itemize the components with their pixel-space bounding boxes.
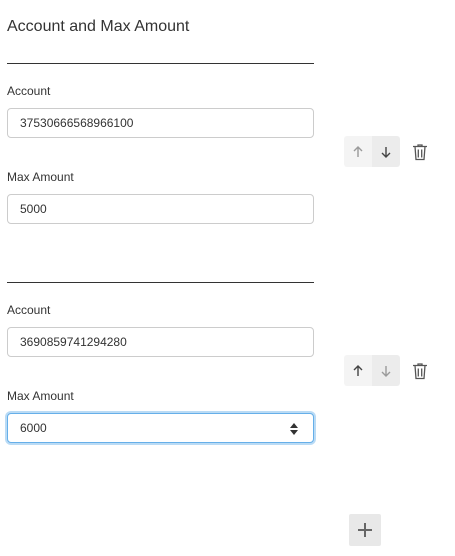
account-input[interactable]: 3690859741294280 xyxy=(7,327,314,357)
account-label: Account xyxy=(7,84,51,98)
account-input[interactable]: 37530666568966100 xyxy=(7,108,314,138)
trash-icon[interactable] xyxy=(410,142,430,162)
section-title: Account and Max Amount xyxy=(7,18,190,35)
reorder-buttons xyxy=(344,136,400,167)
trash-icon[interactable] xyxy=(410,361,430,381)
plus-icon xyxy=(358,523,372,537)
number-spinner-icon[interactable] xyxy=(289,422,299,436)
max-amount-value: 6000 xyxy=(20,421,47,435)
move-down-button[interactable] xyxy=(372,136,400,167)
max-amount-input[interactable]: 6000 xyxy=(7,413,314,443)
divider xyxy=(7,282,314,283)
add-entry-button[interactable] xyxy=(349,514,381,546)
move-down-button[interactable] xyxy=(372,355,400,386)
divider xyxy=(7,63,314,64)
account-label: Account xyxy=(7,303,51,317)
reorder-buttons xyxy=(344,355,400,386)
move-up-button[interactable] xyxy=(344,136,372,167)
arrow-down-icon xyxy=(381,146,391,158)
max-amount-input[interactable]: 5000 xyxy=(7,194,314,224)
max-amount-label: Max Amount xyxy=(7,389,74,403)
arrow-up-icon xyxy=(353,145,363,157)
arrow-down-icon xyxy=(381,365,391,377)
move-up-button[interactable] xyxy=(344,355,372,386)
arrow-up-icon xyxy=(353,364,363,376)
max-amount-label: Max Amount xyxy=(7,170,74,184)
